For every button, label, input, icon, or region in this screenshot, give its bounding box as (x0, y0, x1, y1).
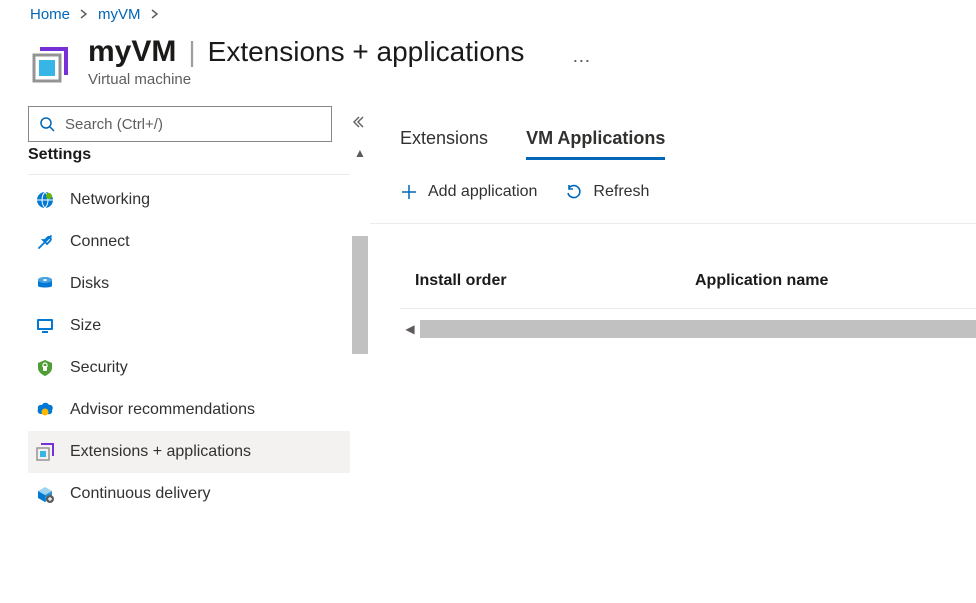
sidebar-item-label: Networking (70, 191, 150, 209)
scroll-up-icon[interactable]: ▲ (354, 148, 366, 160)
title-divider: | (188, 36, 195, 68)
sidebar-item-size[interactable]: Size (28, 305, 366, 347)
search-icon (39, 116, 55, 132)
tab-extensions[interactable]: Extensions (400, 128, 488, 160)
plus-icon (400, 183, 418, 201)
disks-icon (34, 273, 56, 295)
sidebar: Search (Ctrl+/) Settings Networking (0, 106, 370, 579)
sidebar-item-continuous-delivery[interactable]: Continuous delivery (28, 473, 366, 515)
refresh-icon (565, 183, 583, 201)
sidebar-scrollbar[interactable]: ▲ (350, 148, 370, 579)
add-application-label: Add application (428, 183, 537, 201)
add-application-button[interactable]: Add application (400, 183, 537, 201)
chevron-right-icon (80, 8, 88, 22)
main-content: Extensions VM Applications Add applicati… (370, 106, 976, 579)
extensions-icon (34, 441, 56, 463)
search-input[interactable]: Search (Ctrl+/) (28, 106, 332, 142)
tab-vm-applications[interactable]: VM Applications (526, 128, 665, 160)
sidebar-nav: Settings Networking Connect (28, 148, 366, 515)
table-header-row: Install order Application name (400, 224, 976, 309)
sidebar-item-label: Extensions + applications (70, 443, 251, 461)
column-header-install-order[interactable]: Install order (415, 272, 695, 290)
resource-type-label: Virtual machine (88, 71, 524, 88)
sidebar-item-security[interactable]: Security (28, 347, 366, 389)
globe-icon (34, 189, 56, 211)
refresh-button[interactable]: Refresh (565, 183, 649, 201)
breadcrumb-home[interactable]: Home (30, 6, 70, 23)
sidebar-item-disks[interactable]: Disks (28, 263, 366, 305)
scrollbar-thumb[interactable] (352, 236, 368, 354)
search-placeholder: Search (Ctrl+/) (65, 116, 163, 133)
plug-icon (34, 231, 56, 253)
scroll-left-icon[interactable]: ◀ (400, 322, 420, 336)
sidebar-item-label: Disks (70, 275, 109, 293)
sidebar-heading-settings: Settings (28, 148, 366, 175)
chevron-right-icon (151, 8, 159, 22)
more-actions-button[interactable]: ⋯ (572, 51, 592, 72)
advisor-icon (34, 399, 56, 421)
tab-bar: Extensions VM Applications (400, 128, 976, 161)
page-title: Extensions + applications (208, 36, 525, 68)
sidebar-item-label: Security (70, 359, 128, 377)
shield-icon (34, 357, 56, 379)
sidebar-item-label: Continuous delivery (70, 485, 211, 503)
sidebar-item-networking[interactable]: Networking (28, 179, 366, 221)
sidebar-item-label: Advisor recommendations (70, 401, 255, 419)
column-header-application-name[interactable]: Application name (695, 272, 976, 290)
refresh-label: Refresh (593, 183, 649, 201)
sidebar-item-connect[interactable]: Connect (28, 221, 366, 263)
sidebar-item-label: Connect (70, 233, 130, 251)
resource-name: myVM (88, 35, 176, 69)
sidebar-item-advisor[interactable]: Advisor recommendations (28, 389, 366, 431)
command-bar: Add application Refresh (400, 175, 976, 223)
breadcrumb: Home myVM (0, 0, 976, 25)
vm-resource-icon (30, 45, 70, 85)
sidebar-item-label: Size (70, 317, 101, 335)
monitor-icon (34, 315, 56, 337)
breadcrumb-resource[interactable]: myVM (98, 6, 141, 23)
page-header: myVM | Extensions + applications Virtual… (0, 25, 976, 106)
scrollbar-track[interactable] (420, 320, 976, 338)
sidebar-item-extensions-applications[interactable]: Extensions + applications (28, 431, 366, 473)
box-icon (34, 483, 56, 505)
collapse-sidebar-button[interactable] (344, 109, 370, 139)
horizontal-scrollbar[interactable]: ◀ (400, 319, 976, 339)
